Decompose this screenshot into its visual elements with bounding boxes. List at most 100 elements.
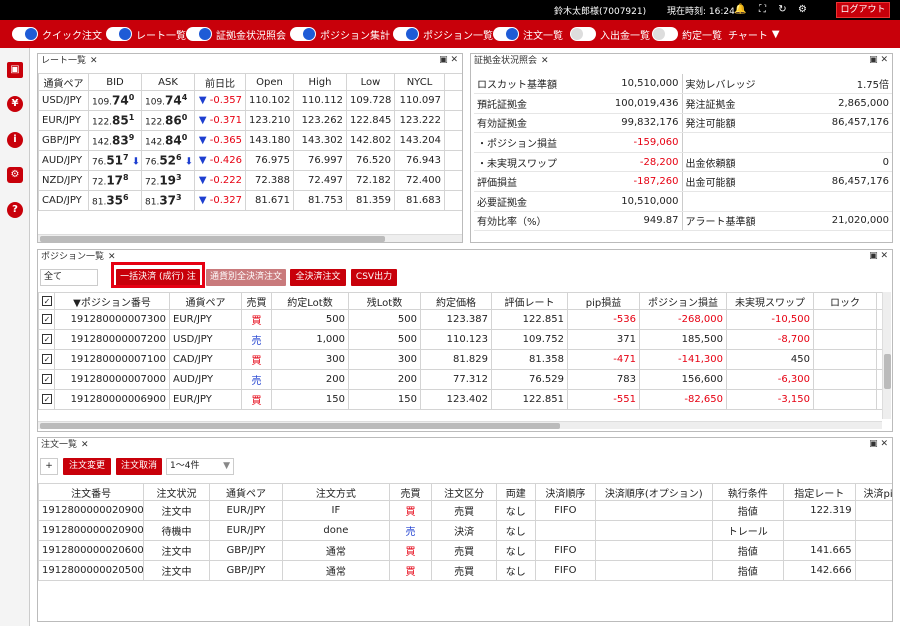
nycl-cell: 72.400 xyxy=(394,170,445,191)
ask-price-cell[interactable]: 76.526 ⬇ xyxy=(141,150,195,171)
row-checkbox[interactable]: ✓ xyxy=(42,334,52,344)
add-icon[interactable]: + xyxy=(40,458,58,475)
column-header: 前日比 xyxy=(194,73,246,91)
rate-row[interactable]: USD/JPY 109.740 109.744 ▼ -0.357 110.102 110.… xyxy=(38,90,462,111)
triangle-down-icon: ▼ xyxy=(198,115,210,126)
ask-price-cell[interactable]: 142.840 xyxy=(141,130,195,151)
info-icon[interactable]: i xyxy=(7,132,23,148)
bid-price-cell[interactable]: 76.517 ⬇ xyxy=(88,150,142,171)
change-cell: ▼ -0.327 xyxy=(194,190,246,211)
save-icon[interactable]: ▣ xyxy=(7,62,23,78)
close-icon[interactable]: ✕ xyxy=(541,56,549,66)
toggle-execution-list[interactable]: 約定一覧 xyxy=(652,25,722,43)
toggle-switch[interactable] xyxy=(493,27,519,41)
window-controls[interactable]: ▣ ✕ xyxy=(439,55,458,65)
close-icon[interactable]: ✕ xyxy=(81,440,89,450)
toggle-switch[interactable] xyxy=(570,27,596,41)
row-checkbox-cell[interactable]: ✓ xyxy=(38,329,55,350)
fullscreen-icon[interactable]: ⛶ xyxy=(757,4,768,15)
row-checkbox-cell[interactable]: ✓ xyxy=(38,349,55,370)
toggle-position-summary[interactable]: ポジション集計 xyxy=(290,25,390,43)
toggle-switch[interactable] xyxy=(290,27,316,41)
row-checkbox-cell[interactable]: ✓ xyxy=(38,389,55,410)
select-all-checkbox[interactable]: ✓ xyxy=(42,295,52,306)
row-checkbox[interactable]: ✓ xyxy=(42,394,52,404)
window-controls[interactable]: ▣ ✕ xyxy=(869,55,888,65)
rate-row[interactable]: EUR/JPY 122.851 122.860 ▼ -0.371 123.210 123.… xyxy=(38,110,462,131)
pip-cell: 783 xyxy=(567,369,640,390)
ask-price-cell[interactable]: 81.373 xyxy=(141,190,195,211)
pip-cell: -471 xyxy=(567,349,640,370)
logout-button[interactable]: ログアウト xyxy=(836,2,890,18)
toggle-switch[interactable] xyxy=(106,27,132,41)
bid-price-cell[interactable]: 122.851 xyxy=(88,110,142,131)
toggle-switch[interactable] xyxy=(186,27,212,41)
horizontal-scrollbar[interactable] xyxy=(38,421,882,429)
bid-price-cell[interactable]: 142.839 xyxy=(88,130,142,151)
settle-by-currency-button[interactable]: 通貨別全決済注文 xyxy=(206,269,286,286)
row-checkbox-cell[interactable]: ✓ xyxy=(38,309,55,330)
bid-price-cell[interactable]: 81.356 xyxy=(88,190,142,211)
price-cell: 77.312 xyxy=(420,369,492,390)
ask-price-cell[interactable]: 122.860 xyxy=(141,110,195,131)
chart-menu[interactable]: チャート ▼ xyxy=(728,25,780,43)
side-cell: 買 xyxy=(388,560,433,581)
toggle-position-list[interactable]: ポジション一覧 xyxy=(393,25,493,43)
lock-cell xyxy=(813,389,877,410)
rate-row[interactable]: AUD/JPY 76.517 ⬇ 76.526 ⬇ ▼ -0.426 76.975 76.… xyxy=(38,150,462,171)
horizontal-scrollbar[interactable] xyxy=(38,234,462,242)
rate-row[interactable]: CAD/JPY 81.356 81.373 ▼ -0.327 81.671 81.753 8… xyxy=(38,190,462,211)
position-row[interactable]: ✓ 191280000007200 USD/JPY 売 1,000 500 110.123 1… xyxy=(38,329,882,350)
rate-row[interactable]: NZD/JPY 72.178 72.193 ▼ -0.222 72.388 72.497 7… xyxy=(38,170,462,191)
settle-all-button[interactable]: 全決済注文 xyxy=(290,269,346,286)
toggle-margin-status[interactable]: 証拠金状況照会 xyxy=(186,25,286,43)
toggle-deposit-list[interactable]: 入出金一覧 xyxy=(570,25,650,43)
close-icon[interactable]: ✕ xyxy=(108,252,116,262)
row-checkbox[interactable]: ✓ xyxy=(42,374,52,384)
position-id: 191280000007100 xyxy=(54,349,170,370)
modify-order-button[interactable]: 注文変更 xyxy=(63,458,111,475)
bell-icon[interactable]: 🔔 xyxy=(734,4,746,15)
pair-cell: CAD/JPY xyxy=(38,190,89,211)
order-row[interactable]: 1912800000020900 待機中 EUR/JPY done 売決済 なし トレール xyxy=(38,520,892,541)
rate-row[interactable]: GBP/JPY 142.839 142.840 ▼ -0.365 143.180 143.… xyxy=(38,130,462,151)
order-row[interactable]: 1912800000020600 注文中 GBP/JPY 通常買売買 なし FIFO 指値 1… xyxy=(38,540,892,561)
close-icon[interactable]: ✕ xyxy=(90,56,98,66)
toggle-switch[interactable] xyxy=(12,27,38,41)
toggle-rate-list[interactable]: レート一覧 xyxy=(106,25,186,43)
order-row[interactable]: 1912800000020900 注文中 EUR/JPY IF 買売買 なし FIFO 指値 1… xyxy=(38,500,892,521)
order-row[interactable]: 1912800000020500 注文中 GBP/JPY 通常買売買 なし FIFO 指値 1… xyxy=(38,560,892,581)
toggle-order-list[interactable]: 注文一覧 xyxy=(493,25,563,43)
ask-price-cell[interactable]: 72.193 xyxy=(141,170,195,191)
bid-price-cell[interactable]: 72.178 xyxy=(88,170,142,191)
page-range-select[interactable]: 1～4件 ▼ xyxy=(166,458,234,475)
column-header[interactable]: ✓ xyxy=(38,292,55,310)
gear-icon[interactable]: ⚙ xyxy=(797,4,808,15)
toggle-quick-order[interactable]: クイック注文 xyxy=(12,25,102,43)
ask-price-cell[interactable]: 109.744 xyxy=(141,90,195,111)
position-row[interactable]: ✓ 191280000007100 CAD/JPY 買 300 300 81.829 81.3… xyxy=(38,349,882,370)
csv-export-button[interactable]: CSV出力 xyxy=(351,269,397,286)
margin-value: 100,019,436 xyxy=(577,93,683,114)
last-cell xyxy=(444,170,462,191)
window-controls[interactable]: ▣ ✕ xyxy=(869,439,888,449)
position-row[interactable]: ✓ 191280000007300 EUR/JPY 買 500 500 123.387 122… xyxy=(38,309,882,330)
yen-icon[interactable]: ¥ xyxy=(7,96,23,112)
help-icon[interactable]: ? xyxy=(7,202,23,218)
window-controls[interactable]: ▣ ✕ xyxy=(869,251,888,261)
bid-price-cell[interactable]: 109.740 xyxy=(88,90,142,111)
vertical-scrollbar[interactable] xyxy=(882,292,891,419)
side-cell: 売 xyxy=(241,329,272,350)
position-filter-select[interactable]: 全て xyxy=(40,269,98,286)
row-checkbox[interactable]: ✓ xyxy=(42,314,52,324)
gear-icon[interactable]: ⚙ xyxy=(7,167,23,183)
cancel-order-button[interactable]: 注文取消 xyxy=(116,458,162,475)
refresh-icon[interactable]: ↻ xyxy=(777,4,788,15)
position-row[interactable]: ✓ 191280000006900 EUR/JPY 買 150 150 123.402 122… xyxy=(38,389,882,410)
method-cell: IF xyxy=(282,500,390,521)
toggle-switch[interactable] xyxy=(393,27,419,41)
position-row[interactable]: ✓ 191280000007000 AUD/JPY 売 200 200 77.312 76.5… xyxy=(38,369,882,390)
toggle-switch[interactable] xyxy=(652,27,678,41)
row-checkbox[interactable]: ✓ xyxy=(42,354,52,364)
row-checkbox-cell[interactable]: ✓ xyxy=(38,369,55,390)
